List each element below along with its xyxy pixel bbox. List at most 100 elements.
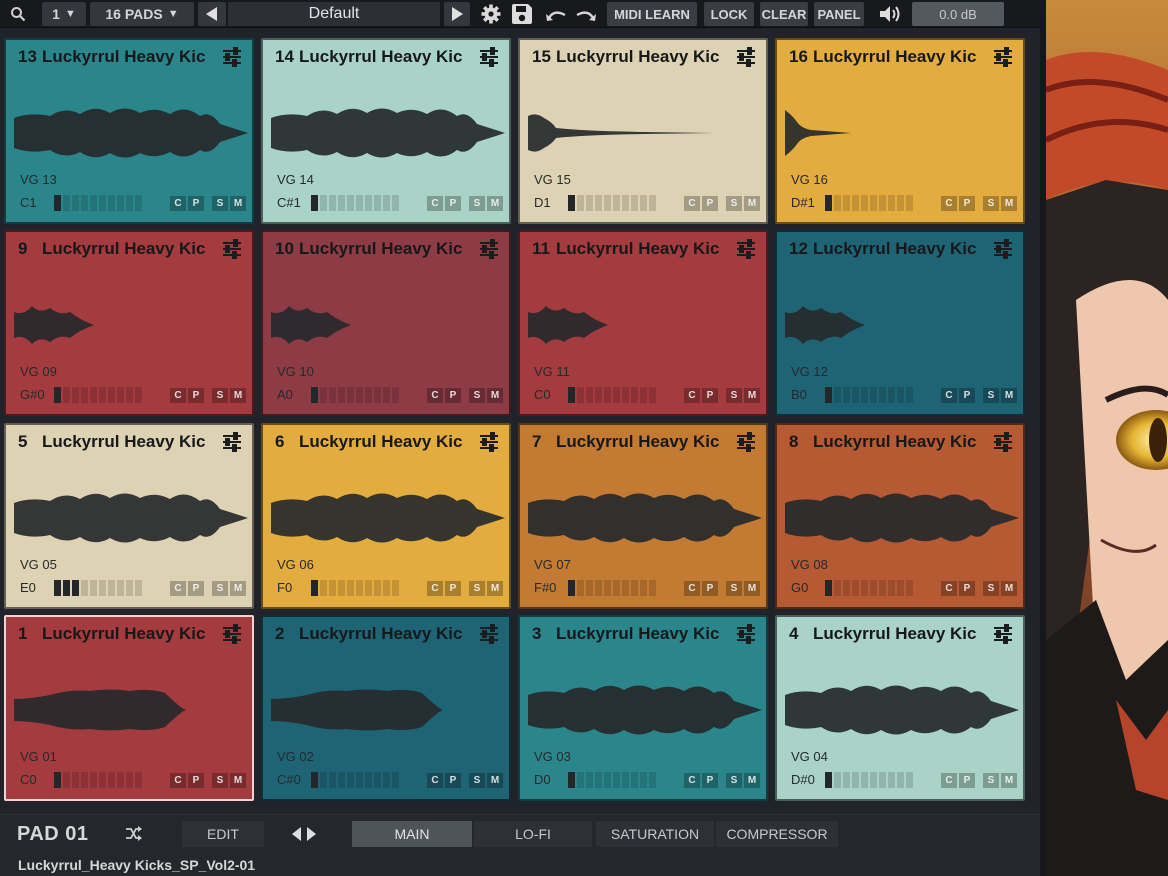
pad-11[interactable]: 11 Luckyrrul Heavy Kic VG 11 C0 C P S M bbox=[518, 230, 768, 416]
clear-button[interactable]: CLEAR bbox=[760, 2, 808, 26]
poly-button[interactable]: P bbox=[188, 388, 204, 403]
mute-button[interactable]: M bbox=[1001, 388, 1017, 403]
sliders-icon[interactable] bbox=[479, 624, 499, 644]
tab-lo-fi[interactable]: LO-FI bbox=[474, 821, 592, 847]
sliders-icon[interactable] bbox=[993, 432, 1013, 452]
preset-name[interactable]: Default bbox=[228, 2, 440, 26]
sliders-icon[interactable] bbox=[479, 432, 499, 452]
solo-button[interactable]: S bbox=[469, 581, 485, 596]
poly-button[interactable]: P bbox=[188, 773, 204, 788]
pad-prev-icon[interactable] bbox=[290, 826, 304, 842]
sliders-icon[interactable] bbox=[222, 47, 242, 67]
tab-compressor[interactable]: COMPRESSOR bbox=[716, 821, 838, 847]
solo-button[interactable]: S bbox=[726, 388, 742, 403]
choke-button[interactable]: C bbox=[684, 196, 700, 211]
poly-button[interactable]: P bbox=[959, 581, 975, 596]
mute-button[interactable]: M bbox=[744, 773, 760, 788]
solo-button[interactable]: S bbox=[212, 773, 228, 788]
speaker-button[interactable] bbox=[876, 2, 904, 26]
poly-button[interactable]: P bbox=[702, 581, 718, 596]
sliders-icon[interactable] bbox=[736, 47, 756, 67]
choke-button[interactable]: C bbox=[684, 773, 700, 788]
pad-10[interactable]: 10 Luckyrrul Heavy Kic VG 10 A0 C P S M bbox=[261, 230, 511, 416]
panel-button[interactable]: PANEL bbox=[814, 2, 864, 26]
mute-button[interactable]: M bbox=[1001, 773, 1017, 788]
pad-next-icon[interactable] bbox=[304, 826, 318, 842]
choke-button[interactable]: C bbox=[427, 581, 443, 596]
solo-button[interactable]: S bbox=[212, 388, 228, 403]
solo-button[interactable]: S bbox=[983, 581, 999, 596]
edit-button[interactable]: EDIT bbox=[182, 821, 264, 847]
choke-button[interactable]: C bbox=[941, 196, 957, 211]
settings-button[interactable] bbox=[478, 2, 504, 26]
search-button[interactable] bbox=[4, 2, 32, 26]
pad-6[interactable]: 6 Luckyrrul Heavy Kic VG 06 F0 C P S M bbox=[261, 423, 511, 609]
poly-button[interactable]: P bbox=[959, 388, 975, 403]
solo-button[interactable]: S bbox=[983, 773, 999, 788]
poly-button[interactable]: P bbox=[959, 773, 975, 788]
mute-button[interactable]: M bbox=[744, 388, 760, 403]
tab-main[interactable]: MAIN bbox=[352, 821, 472, 847]
poly-button[interactable]: P bbox=[445, 581, 461, 596]
pad-7[interactable]: 7 Luckyrrul Heavy Kic VG 07 F#0 C P S M bbox=[518, 423, 768, 609]
choke-button[interactable]: C bbox=[427, 196, 443, 211]
poly-button[interactable]: P bbox=[702, 196, 718, 211]
mute-button[interactable]: M bbox=[230, 196, 246, 211]
undo-button[interactable] bbox=[544, 2, 570, 26]
preset-prev-button[interactable] bbox=[198, 2, 226, 26]
mute-button[interactable]: M bbox=[744, 581, 760, 596]
solo-button[interactable]: S bbox=[469, 773, 485, 788]
sliders-icon[interactable] bbox=[993, 239, 1013, 259]
poly-button[interactable]: P bbox=[702, 388, 718, 403]
preset-next-button[interactable] bbox=[444, 2, 470, 26]
solo-button[interactable]: S bbox=[726, 581, 742, 596]
channel-select[interactable]: 1 ▼ bbox=[42, 2, 86, 26]
sliders-icon[interactable] bbox=[479, 239, 499, 259]
volume-display[interactable]: 0.0 dB bbox=[912, 2, 1004, 26]
poly-button[interactable]: P bbox=[445, 773, 461, 788]
sliders-icon[interactable] bbox=[736, 239, 756, 259]
choke-button[interactable]: C bbox=[941, 581, 957, 596]
poly-button[interactable]: P bbox=[445, 196, 461, 211]
solo-button[interactable]: S bbox=[726, 773, 742, 788]
mute-button[interactable]: M bbox=[1001, 196, 1017, 211]
sliders-icon[interactable] bbox=[736, 624, 756, 644]
sliders-icon[interactable] bbox=[479, 47, 499, 67]
pad-1[interactable]: 1 Luckyrrul Heavy Kic VG 01 C0 C P S M bbox=[4, 615, 254, 801]
solo-button[interactable]: S bbox=[726, 196, 742, 211]
lock-button[interactable]: LOCK bbox=[704, 2, 754, 26]
redo-button[interactable] bbox=[572, 2, 598, 26]
poly-button[interactable]: P bbox=[188, 196, 204, 211]
midi-learn-button[interactable]: MIDI LEARN bbox=[607, 2, 697, 26]
choke-button[interactable]: C bbox=[427, 773, 443, 788]
solo-button[interactable]: S bbox=[469, 196, 485, 211]
pad-13[interactable]: 13 Luckyrrul Heavy Kic VG 13 C1 C P S M bbox=[4, 38, 254, 224]
poly-button[interactable]: P bbox=[959, 196, 975, 211]
solo-button[interactable]: S bbox=[212, 196, 228, 211]
pads-mode-select[interactable]: 16 PADS ▼ bbox=[90, 2, 194, 26]
choke-button[interactable]: C bbox=[684, 388, 700, 403]
choke-button[interactable]: C bbox=[170, 581, 186, 596]
mute-button[interactable]: M bbox=[230, 581, 246, 596]
poly-button[interactable]: P bbox=[188, 581, 204, 596]
mute-button[interactable]: M bbox=[487, 581, 503, 596]
pad-16[interactable]: 16 Luckyrrul Heavy Kic VG 16 D#1 C P S M bbox=[775, 38, 1025, 224]
choke-button[interactable]: C bbox=[170, 773, 186, 788]
mute-button[interactable]: M bbox=[487, 773, 503, 788]
pad-12[interactable]: 12 Luckyrrul Heavy Kic VG 12 B0 C P S M bbox=[775, 230, 1025, 416]
solo-button[interactable]: S bbox=[212, 581, 228, 596]
choke-button[interactable]: C bbox=[941, 773, 957, 788]
sliders-icon[interactable] bbox=[222, 432, 242, 452]
poly-button[interactable]: P bbox=[702, 773, 718, 788]
solo-button[interactable]: S bbox=[983, 388, 999, 403]
pad-14[interactable]: 14 Luckyrrul Heavy Kic VG 14 C#1 C P S M bbox=[261, 38, 511, 224]
solo-button[interactable]: S bbox=[469, 388, 485, 403]
pad-15[interactable]: 15 Luckyrrul Heavy Kic VG 15 D1 C P S M bbox=[518, 38, 768, 224]
pad-8[interactable]: 8 Luckyrrul Heavy Kic VG 08 G0 C P S M bbox=[775, 423, 1025, 609]
solo-button[interactable]: S bbox=[983, 196, 999, 211]
choke-button[interactable]: C bbox=[170, 196, 186, 211]
sliders-icon[interactable] bbox=[222, 624, 242, 644]
sliders-icon[interactable] bbox=[993, 47, 1013, 67]
mute-button[interactable]: M bbox=[230, 773, 246, 788]
mute-button[interactable]: M bbox=[230, 388, 246, 403]
